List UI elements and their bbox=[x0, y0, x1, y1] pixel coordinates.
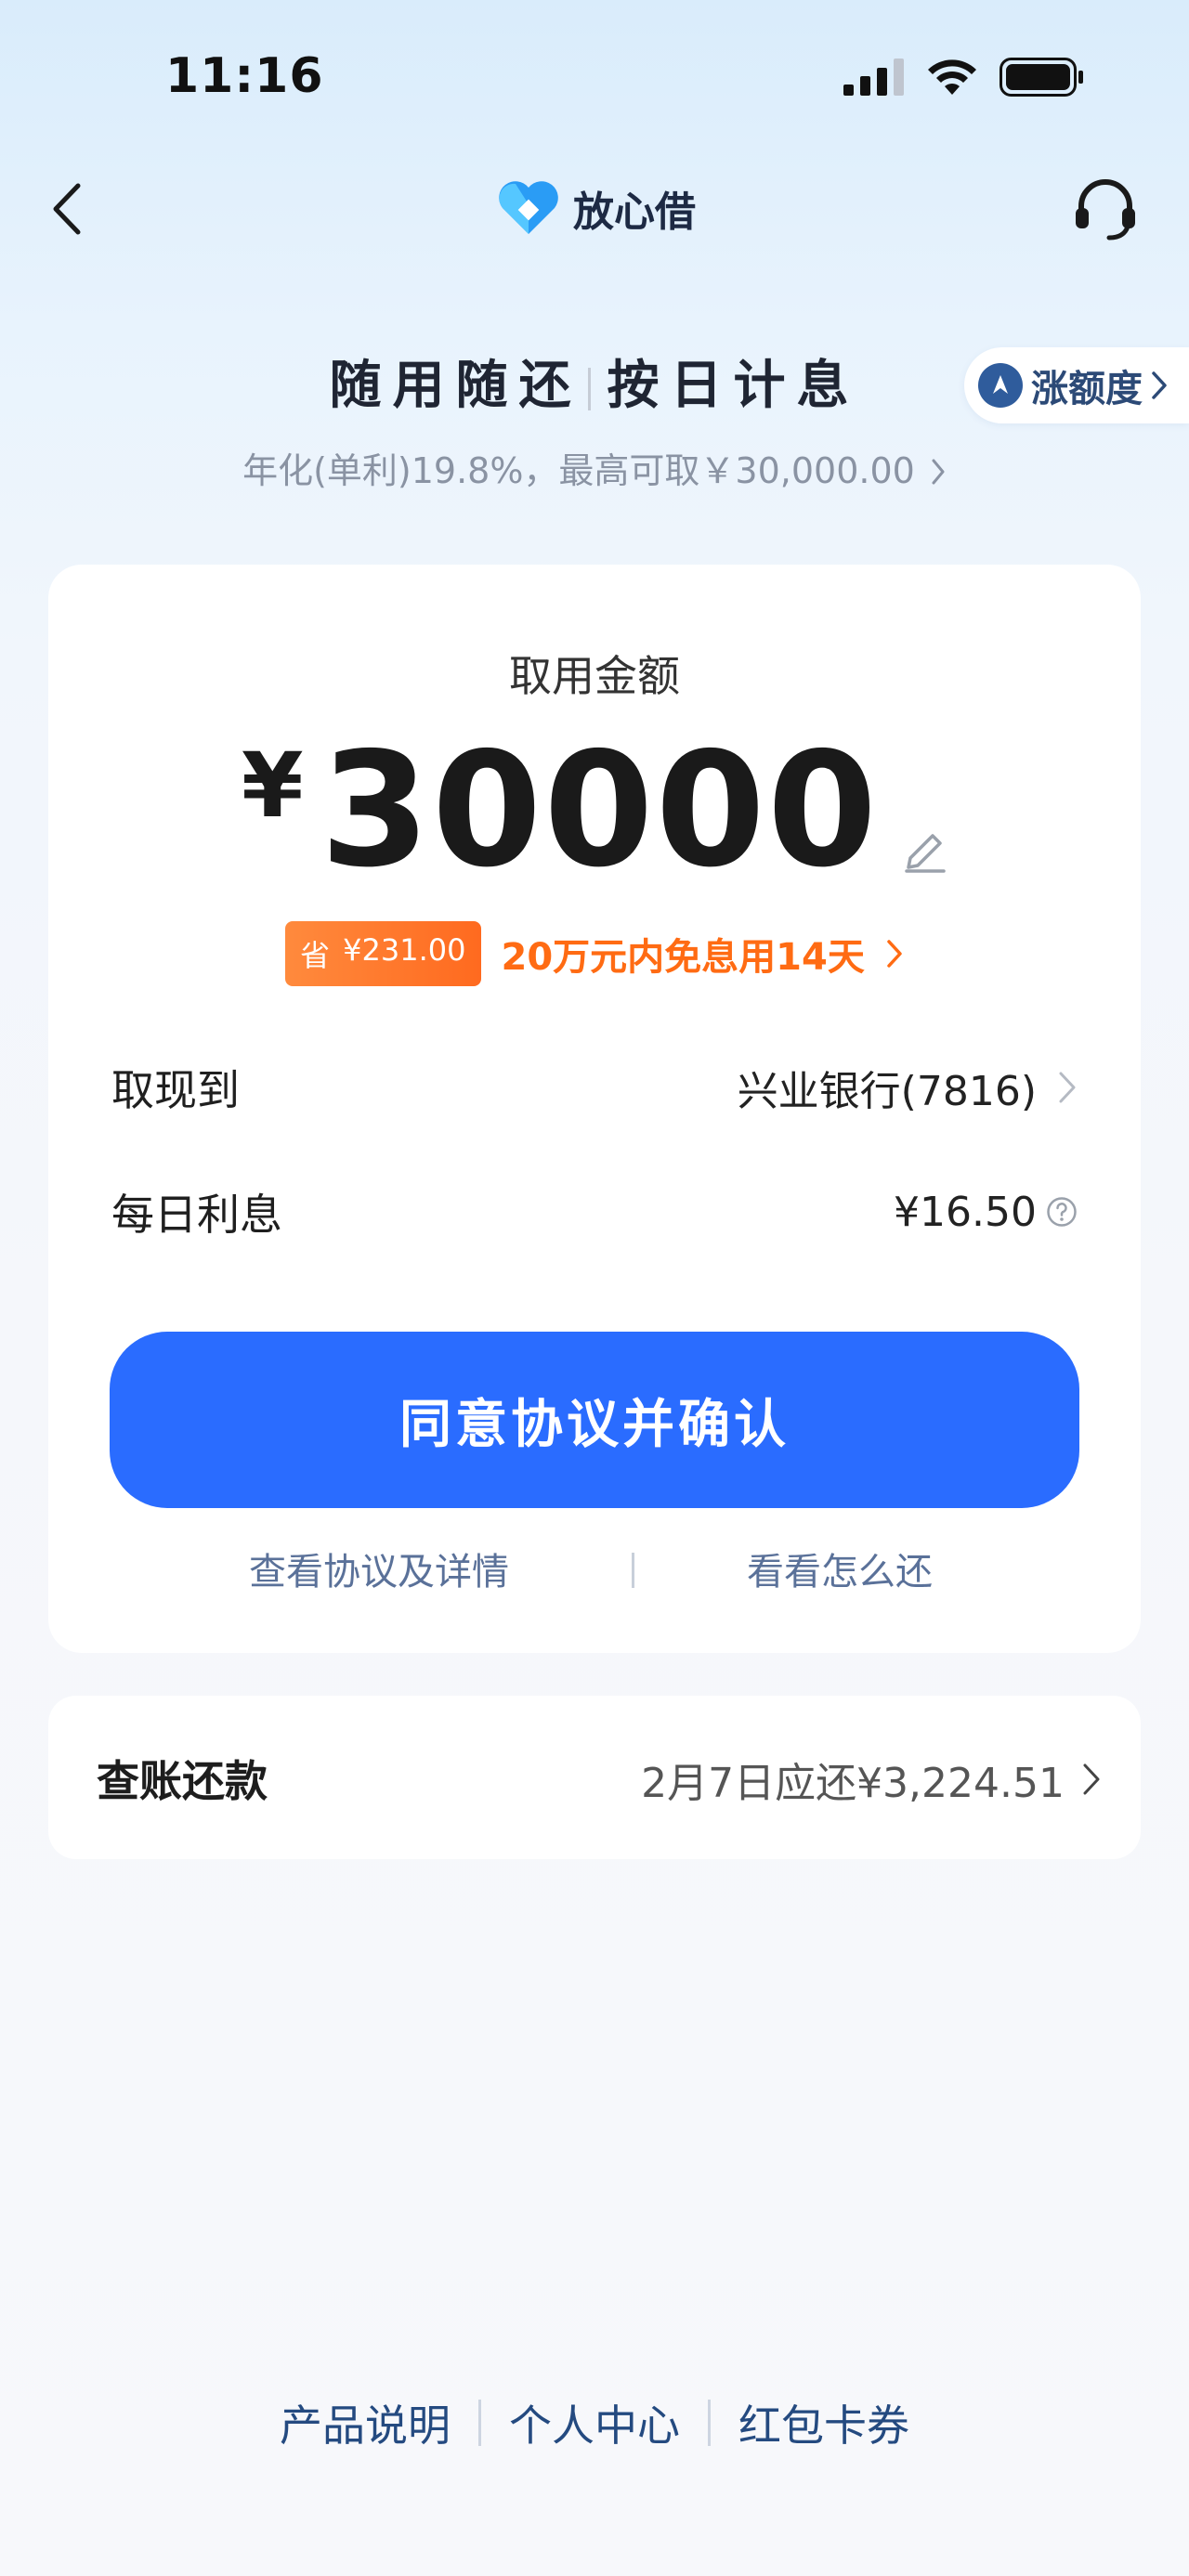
link-divider bbox=[632, 1553, 634, 1588]
daily-interest-value: ¥16.50 bbox=[894, 1188, 1037, 1236]
status-icons bbox=[843, 58, 1085, 97]
brand: 放心借 bbox=[497, 178, 696, 238]
save-badge: 省 ¥231.00 bbox=[285, 921, 481, 986]
bill-repay-row[interactable]: 查账还款 2月7日应还¥3,224.51 bbox=[48, 1696, 1141, 1859]
daily-interest-value-wrap: ¥16.50 bbox=[894, 1189, 1078, 1236]
chevron-right-icon bbox=[1059, 1072, 1076, 1103]
signal-icon bbox=[843, 59, 904, 96]
status-time: 11:16 bbox=[165, 48, 324, 104]
promo-row[interactable]: 省 ¥231.00 20万元内免息用14天 bbox=[48, 921, 1141, 986]
rate-text: 年化(单利)19.8%，最高可取￥30,000.00 bbox=[242, 450, 915, 491]
customer-service-icon[interactable] bbox=[1070, 173, 1141, 243]
brand-name: 放心借 bbox=[573, 189, 696, 236]
promo-text: 20万元内免息用14天 bbox=[501, 936, 865, 979]
slogan-divider bbox=[587, 367, 591, 410]
footer-personal-center[interactable]: 个人中心 bbox=[481, 2392, 708, 2453]
chevron-right-icon bbox=[1152, 371, 1167, 399]
bill-value-wrap: 2月7日应还¥3,224.51 bbox=[641, 1750, 1102, 1809]
withdraw-to-value-wrap: 兴业银行(7816) bbox=[738, 1058, 1078, 1117]
chevron-right-icon bbox=[1083, 1763, 1100, 1795]
card-links: 查看协议及详情 看看怎么还 bbox=[48, 1542, 1141, 1597]
slogan-right: 按日计息 bbox=[607, 356, 860, 416]
battery-icon bbox=[1000, 58, 1083, 97]
nav-bar: 放心借 bbox=[0, 158, 1189, 260]
withdraw-to-label: 取现到 bbox=[111, 1065, 240, 1115]
confirm-button[interactable]: 同意协议并确认 bbox=[110, 1332, 1079, 1508]
raise-limit-button[interactable]: 涨额度 bbox=[964, 347, 1189, 423]
chevron-right-icon bbox=[932, 459, 945, 485]
raise-limit-label: 涨额度 bbox=[1031, 368, 1143, 410]
daily-interest-label: 每日利息 bbox=[111, 1190, 282, 1240]
save-amount: ¥231.00 bbox=[343, 932, 466, 968]
help-icon[interactable] bbox=[1046, 1196, 1078, 1228]
amount-row[interactable]: ¥ 30000 bbox=[48, 732, 1141, 890]
chevron-right-icon bbox=[887, 940, 902, 968]
how-to-repay-link[interactable]: 看看怎么还 bbox=[747, 1542, 933, 1595]
view-agreement-link[interactable]: 查看协议及详情 bbox=[249, 1542, 509, 1595]
arrow-up-badge-icon bbox=[978, 363, 1023, 408]
edit-pencil-icon[interactable] bbox=[903, 823, 947, 873]
daily-interest-row: 每日利息 ¥16.50 bbox=[111, 1172, 1078, 1252]
slogan-left: 随用随还 bbox=[329, 356, 582, 416]
wifi-icon bbox=[928, 59, 976, 95]
amount-value: 30000 bbox=[320, 719, 880, 903]
footer-coupons[interactable]: 红包卡券 bbox=[711, 2392, 937, 2453]
status-bar: 11:16 bbox=[0, 0, 1189, 158]
footer-nav: 产品说明 个人中心 红包卡券 bbox=[0, 2392, 1189, 2453]
bill-label: 查账还款 bbox=[97, 1756, 268, 1806]
currency-symbol: ¥ bbox=[241, 734, 304, 838]
bank-account: 兴业银行(7816) bbox=[737, 1068, 1037, 1115]
footer-product-info[interactable]: 产品说明 bbox=[252, 2392, 478, 2453]
save-prefix: 省 bbox=[300, 938, 331, 973]
brand-logo-icon bbox=[499, 181, 558, 234]
back-icon[interactable] bbox=[45, 178, 91, 240]
withdraw-card: 取用金额 ¥ 30000 省 ¥231.00 20万元内免息用14天 取现到 兴… bbox=[48, 565, 1141, 1653]
withdraw-to-row[interactable]: 取现到 兴业银行(7816) bbox=[111, 1047, 1078, 1127]
bill-due: 2月7日应还¥3,224.51 bbox=[641, 1760, 1065, 1807]
amount-title: 取用金额 bbox=[509, 651, 680, 701]
rate-info[interactable]: 年化(单利)19.8%，最高可取￥30,000.00 bbox=[0, 442, 1189, 493]
